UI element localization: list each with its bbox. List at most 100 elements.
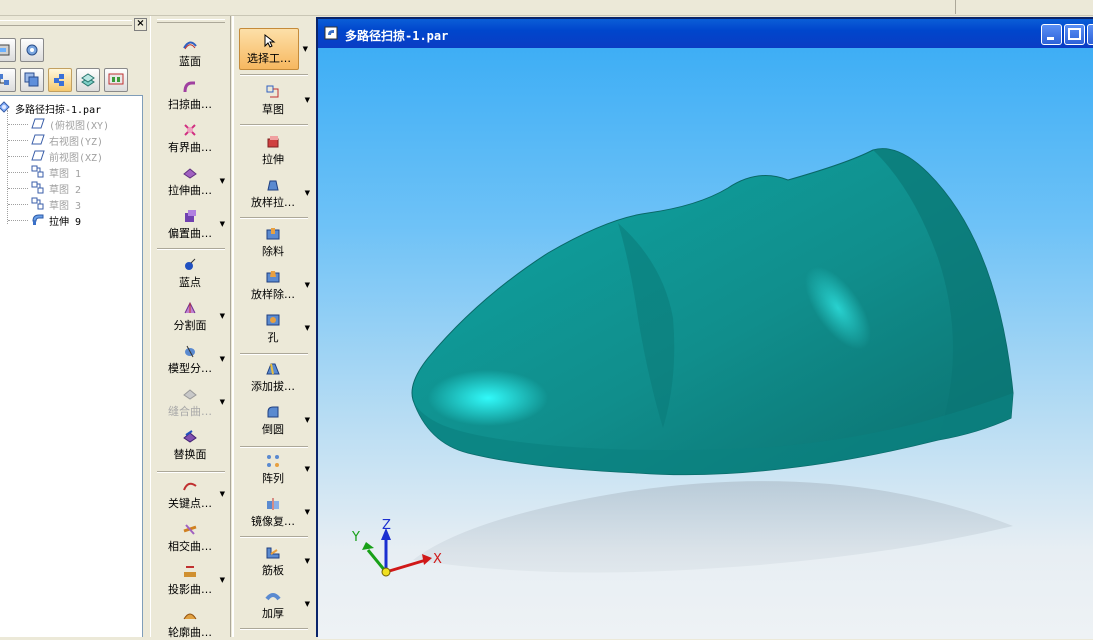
layers-icon: [24, 72, 39, 87]
blue-surface-icon: [183, 41, 197, 50]
keypoint-curve-button[interactable]: 关键点… ▼: [155, 478, 225, 511]
cmd-label: 加厚: [262, 607, 284, 620]
cmd-label: 筋板: [262, 564, 284, 577]
cmd-label: 扫掠曲…: [168, 98, 212, 111]
cmd-label: 蓝点: [179, 276, 201, 289]
hole-button[interactable]: 孔 ▼: [238, 312, 310, 345]
tab-features[interactable]: [0, 68, 16, 92]
pane-close-button[interactable]: ×: [134, 18, 147, 31]
cmd-label: 模型分…: [168, 362, 212, 375]
tree-item-label: 草图 1: [49, 169, 82, 180]
round-icon: [267, 406, 279, 418]
extrude-icon: [267, 136, 279, 148]
intersection-curve-button[interactable]: 相交曲…: [155, 521, 225, 554]
dropdown-arrow-icon[interactable]: ▼: [305, 96, 310, 104]
extruded-surface-button[interactable]: 拉伸曲… ▼: [155, 165, 225, 198]
mirror-copy-button[interactable]: 镜像复… ▼: [238, 496, 310, 529]
projected-curve-button[interactable]: 投影曲… ▼: [155, 564, 225, 597]
group-separator: [240, 124, 308, 126]
stitched-surface-button[interactable]: 缝合曲… ▼: [155, 386, 225, 419]
add-draft-button[interactable]: 添加拔…: [238, 361, 308, 394]
cmd-label: 倒圆: [262, 423, 284, 436]
blue-surface-button[interactable]: 蓝面: [155, 36, 225, 69]
dropdown-arrow-icon[interactable]: ▼: [220, 576, 225, 584]
contour-curve-button[interactable]: 轮廓曲…: [155, 607, 225, 640]
minimize-button[interactable]: [1041, 24, 1062, 45]
dropdown-arrow-icon[interactable]: ▼: [303, 45, 308, 53]
group-separator: [240, 353, 308, 355]
model-split-button[interactable]: 模型分… ▼: [155, 343, 225, 376]
cmd-label: 拉伸曲…: [168, 184, 212, 197]
group-separator: [157, 248, 225, 250]
dropdown-arrow-icon[interactable]: ▼: [305, 189, 310, 197]
bounded-surface-button[interactable]: 有界曲…: [155, 122, 225, 155]
dropdown-arrow-icon[interactable]: ▼: [305, 416, 310, 424]
toolbar-grip[interactable]: [157, 19, 225, 23]
tool-button-1[interactable]: [0, 38, 16, 62]
dropdown-arrow-icon[interactable]: ▼: [220, 177, 225, 185]
select-tool-button[interactable]: 选择工… ▼: [239, 28, 308, 70]
dropdown-arrow-icon[interactable]: ▼: [220, 312, 225, 320]
offset-surface-button[interactable]: 偏置曲… ▼: [155, 208, 225, 241]
document-title-bar[interactable]: 多路径扫掠-1.par: [318, 19, 1093, 48]
dropdown-arrow-icon[interactable]: ▼: [220, 355, 225, 363]
maximize-button[interactable]: [1064, 24, 1085, 45]
cmd-label: 关键点…: [168, 497, 212, 510]
tool-button-2[interactable]: [20, 38, 44, 62]
dropdown-arrow-icon[interactable]: ▼: [305, 281, 310, 289]
sketch-icon: [266, 85, 279, 98]
replace-face-icon: [183, 430, 197, 443]
tab-sheets[interactable]: [76, 68, 100, 92]
dropdown-arrow-icon[interactable]: ▼: [305, 508, 310, 516]
blue-dot-button[interactable]: 蓝点: [155, 257, 225, 290]
loft-protrusion-button[interactable]: 放样拉… ▼: [238, 177, 310, 210]
dropdown-arrow-icon[interactable]: ▼: [305, 557, 310, 565]
cutout-button[interactable]: 除料: [238, 226, 308, 259]
tree-item-label: 拉伸 9: [49, 217, 82, 228]
tab-layers[interactable]: [20, 68, 44, 92]
dropdown-arrow-icon[interactable]: ▼: [220, 220, 225, 228]
loft-cutout-button[interactable]: 放样除… ▼: [238, 269, 310, 302]
round-button[interactable]: 倒圆 ▼: [238, 404, 310, 437]
dropdown-arrow-icon[interactable]: ▼: [220, 398, 225, 406]
pane-grip[interactable]: [0, 20, 132, 26]
cmd-label: 偏置曲…: [168, 227, 212, 240]
sketch-button[interactable]: 草图 ▼: [238, 84, 310, 117]
sketch-icon: [31, 165, 44, 178]
draft-icon: [266, 363, 280, 375]
gear-icon: [26, 44, 38, 56]
swept-surface-button[interactable]: 扫掠曲…: [155, 79, 225, 112]
offset-surface-icon: [185, 210, 196, 222]
close-button[interactable]: [1087, 24, 1093, 45]
split-face-button[interactable]: 分割面 ▼: [155, 300, 225, 333]
dropdown-arrow-icon[interactable]: ▼: [305, 600, 310, 608]
cmd-label: 替换面: [173, 448, 207, 461]
toolbar-separator: [955, 0, 956, 14]
projected-curve-icon: [184, 566, 196, 577]
dropdown-arrow-icon[interactable]: ▼: [305, 324, 310, 332]
tree-connector: [8, 124, 28, 125]
3d-viewport[interactable]: Z X Y: [318, 48, 1093, 639]
extrude-button[interactable]: 拉伸: [238, 134, 308, 167]
tree-root-label: 多路径扫掠-1.par: [15, 105, 102, 116]
pathfinder-pane: × 多路径扫掠-1.par (俯视图(XY) 右视图(YZ) 前视图(XZ) 草…: [0, 16, 147, 637]
contour-curve-icon: [183, 613, 197, 620]
loft-cutout-icon: [266, 271, 280, 283]
tab-display[interactable]: [104, 68, 128, 92]
tree-connector: [8, 140, 28, 141]
dropdown-arrow-icon[interactable]: ▼: [305, 465, 310, 473]
model-split-icon: [185, 345, 195, 358]
dropdown-arrow-icon[interactable]: ▼: [220, 490, 225, 498]
sheets-icon: [81, 73, 95, 87]
pattern-button[interactable]: 阵列 ▼: [238, 453, 310, 486]
cmd-label: 除料: [262, 245, 284, 258]
rib-button[interactable]: 筋板 ▼: [238, 545, 310, 578]
replace-face-button[interactable]: 替换面: [155, 429, 225, 462]
rib-icon: [266, 547, 280, 559]
cmd-label: 放样除…: [251, 288, 295, 301]
tree-connector: [8, 172, 28, 173]
feature-tree: 多路径扫掠-1.par (俯视图(XY) 右视图(YZ) 前视图(XZ) 草图 …: [0, 95, 143, 637]
model-canvas[interactable]: Z X Y: [318, 48, 1093, 639]
tab-model-view[interactable]: [48, 68, 72, 92]
thicken-button[interactable]: 加厚 ▼: [238, 588, 310, 621]
